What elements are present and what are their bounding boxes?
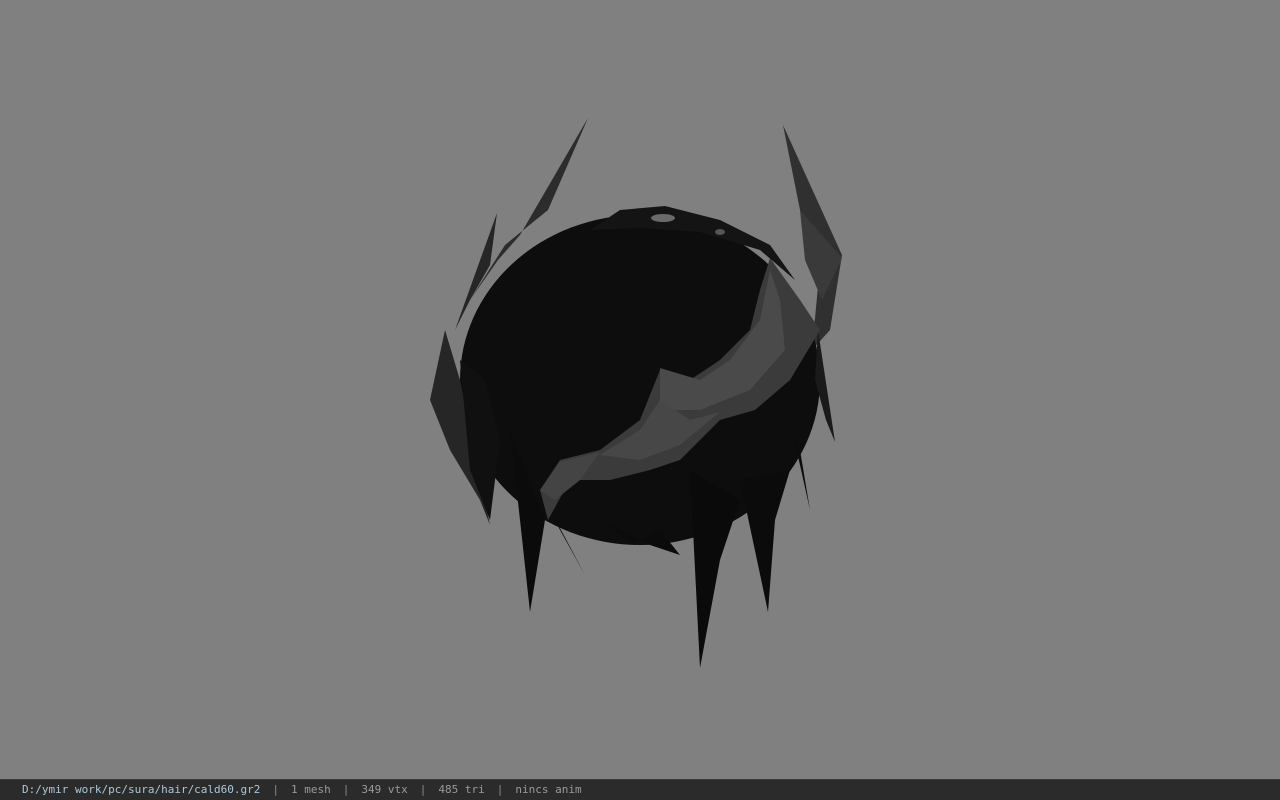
hair-model-render <box>430 118 842 668</box>
separator: | <box>342 783 350 796</box>
separator: | <box>496 783 504 796</box>
vertex-count: 349 vtx <box>361 783 408 796</box>
separator: | <box>272 783 280 796</box>
mesh-count: 1 mesh <box>291 783 331 796</box>
model-path: D:/ymir work/pc/sura/hair/cald60.gr2 <box>22 783 261 796</box>
triangle-count: 485 tri <box>438 783 485 796</box>
animation-status: nincs anim <box>515 783 582 796</box>
3d-viewport[interactable] <box>0 0 1280 779</box>
separator: | <box>419 783 427 796</box>
status-bar: D:/ymir work/pc/sura/hair/cald60.gr2 | 1 m… <box>0 779 1280 800</box>
